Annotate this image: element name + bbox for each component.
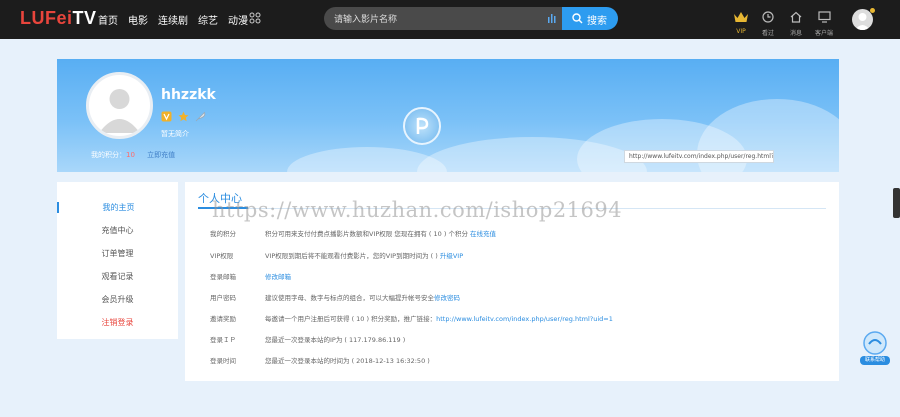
row-value: 您最近一次登录本站的IP为 ( 117.179.86.119 ) (265, 336, 406, 344)
help-label: 联系帮助 (860, 356, 890, 365)
site-logo[interactable]: LUFeiTV (20, 8, 97, 29)
feather-badge-icon (195, 111, 206, 122)
change-email-link[interactable]: 修改邮箱 (265, 273, 291, 281)
nav-item-movies[interactable]: 电影 (128, 12, 148, 27)
sidebar-item-history[interactable]: 观看记录 (57, 271, 178, 282)
row-value: 积分可用来支付付费点播影片数额和VIP权限 您现在拥有 ( 10 ) 个积分 (265, 230, 468, 238)
logo-brand: LUFei (20, 8, 73, 28)
clock-icon (762, 11, 774, 23)
sidebar-item-logout[interactable]: 注销登录 (57, 317, 178, 328)
top-navbar: LUFeiTV 首页 电影 连续剧 综艺 动漫 请输入影片名称 搜索 VIP 看… (0, 0, 900, 39)
search-button-label: 搜索 (587, 16, 607, 27)
change-password-link[interactable]: 修改密码 (434, 294, 460, 302)
client-label: 客户端 (814, 30, 833, 37)
sidebar-item-home[interactable]: 我的主页 (57, 202, 178, 213)
row-value: 每邀请一个用户注册后可获得 ( 10 ) 积分奖励，推广链接： (265, 315, 437, 323)
main-nav: 首页 电影 连续剧 综艺 动漫 (98, 12, 258, 27)
row-label: VIP权限 (210, 252, 234, 260)
default-avatar-icon (99, 89, 140, 133)
info-row-points: 我的积分 积分可用来支付付费点播影片数额和VIP权限 您现在拥有 ( 10 ) 个… (210, 228, 496, 238)
message-button[interactable]: 消息 (785, 8, 807, 37)
search-box[interactable]: 请输入影片名称 (324, 7, 562, 30)
vip-badge-icon (161, 111, 172, 122)
help-bubble-icon (863, 331, 887, 355)
home-icon (790, 11, 802, 23)
row-label: 登录时间 (210, 357, 236, 365)
profile-avatar[interactable] (86, 72, 153, 139)
vip-label: VIP (736, 28, 746, 35)
row-value: 您最近一次登录本站的时间为 ( 2018-12-13 16:32:50 ) (265, 357, 430, 365)
row-label: 登录ＩＰ (210, 336, 236, 344)
row-label: 登录邮箱 (210, 273, 236, 281)
row-value: 建议使用字母、数字与标点的组合，可以大幅提升帐号安全 (265, 294, 434, 302)
search-input[interactable]: 请输入影片名称 (334, 12, 397, 25)
profile-intro: 暂无简介 (161, 130, 189, 138)
points-value: 10 (126, 151, 135, 159)
help-float-button[interactable]: 联系帮助 (860, 330, 890, 368)
row-label: 邀请奖励 (210, 315, 236, 323)
nav-item-series[interactable]: 连续剧 (158, 12, 188, 27)
search-button[interactable]: 搜索 (562, 7, 618, 30)
info-row-ip: 登录ＩＰ 您最近一次登录本站的IP为 ( 117.179.86.119 ) (210, 334, 405, 344)
voice-bars-icon[interactable] (548, 13, 556, 23)
info-row-email: 登录邮箱 修改邮箱 (210, 271, 291, 281)
watermark-text: https://www.huzhan.com/ishop21694 (212, 198, 623, 222)
user-sidebar: 我的主页 充值中心 订单管理 观看记录 会员升级 注销登录 (57, 182, 178, 339)
points-label: 我的积分： (91, 151, 126, 159)
nav-item-home[interactable]: 首页 (98, 12, 118, 27)
crown-icon (734, 12, 748, 22)
grid-menu-icon[interactable] (249, 12, 261, 24)
search-icon (572, 13, 583, 24)
sidebar-item-recharge[interactable]: 充值中心 (57, 225, 178, 236)
row-label: 用户密码 (210, 294, 236, 302)
level-badges (161, 111, 206, 122)
referral-link[interactable]: http://www.lufeitv.com/index.php/user/re… (436, 315, 613, 323)
info-row-invite: 邀请奖励 每邀请一个用户注册后可获得 ( 10 ) 积分奖励，推广链接：http:… (210, 313, 613, 323)
sidebar-item-upgrade[interactable]: 会员升级 (57, 294, 178, 305)
history-button[interactable]: 看过 (757, 8, 779, 37)
brand-bubble-icon (403, 107, 441, 145)
upgrade-vip-link[interactable]: 升级VIP (440, 252, 463, 260)
page-scrollbar[interactable] (893, 188, 900, 218)
info-row-password: 用户密码 建议使用字母、数字与标点的组合，可以大幅提升帐号安全修改密码 (210, 292, 460, 302)
sidebar-item-orders[interactable]: 订单管理 (57, 248, 178, 259)
client-button[interactable]: 客户端 (813, 8, 835, 37)
referral-url-field[interactable]: http://www.lufeitv.com/index.php/user/re… (624, 150, 774, 163)
row-label: 我的积分 (210, 230, 236, 238)
logo-suffix: TV (72, 8, 97, 28)
history-label: 看过 (761, 30, 774, 37)
vip-button[interactable]: VIP (730, 8, 752, 35)
nav-item-anime[interactable]: 动漫 (228, 12, 248, 27)
info-row-vip: VIP权限 VIP权限到期后将不能观看付费影片，您的VIP到期时间为 ( ) 升级… (210, 250, 463, 260)
row-value: VIP权限到期后将不能观看付费影片，您的VIP到期时间为 ( ) (265, 252, 438, 260)
recharge-online-link[interactable]: 在线充值 (470, 230, 496, 238)
recharge-link[interactable]: 立即充值 (147, 151, 175, 159)
star-badge-icon (178, 111, 189, 122)
nav-item-variety[interactable]: 综艺 (198, 12, 218, 27)
notification-dot-icon (870, 8, 875, 13)
points-summary: 我的积分：10 立即充值 (91, 150, 175, 160)
profile-banner: hhzzkk 暂无简介 我的积分：10 立即充值 http://www.lufe… (57, 59, 839, 172)
info-row-login-time: 登录时间 您最近一次登录本站的时间为 ( 2018-12-13 16:32:50 … (210, 355, 430, 365)
profile-username: hhzzkk (161, 87, 216, 103)
monitor-icon (817, 11, 831, 23)
message-label: 消息 (789, 30, 802, 37)
